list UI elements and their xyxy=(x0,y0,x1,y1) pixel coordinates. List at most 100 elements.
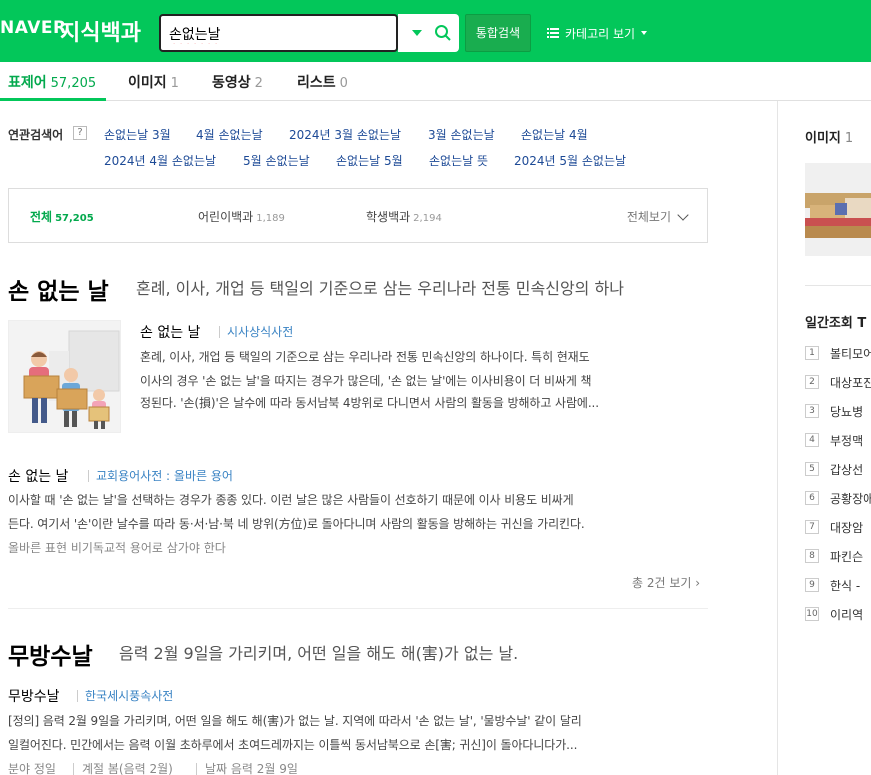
entry-description: 음력 2월 9일을 가리키며, 어떤 일을 해도 해(害)가 없는 날. xyxy=(119,644,519,663)
result-tabs: 표제어 57,205 이미지 1 동영상 2 리스트 0 xyxy=(0,62,871,101)
show-more-link[interactable]: 총 2건 보기 › xyxy=(632,574,700,591)
rank-number: 5 xyxy=(805,462,819,476)
rank-label: 대장암 xyxy=(830,520,864,535)
search-input[interactable] xyxy=(169,23,394,45)
thumbnail-picture xyxy=(805,163,871,256)
rank-item[interactable]: 6 공황장애 xyxy=(805,490,871,506)
filter-label: 학생백과 xyxy=(366,210,411,224)
related-link[interactable]: 2024년 4월 손없는날 xyxy=(104,152,216,169)
tab-image[interactable]: 이미지 1 xyxy=(128,72,179,92)
active-tab-indicator xyxy=(0,98,106,101)
autocomplete-toggle-icon[interactable] xyxy=(412,30,422,36)
related-search-label: 연관검색어 xyxy=(8,128,64,142)
divider xyxy=(196,763,197,775)
rank-item[interactable]: 7 대장암 xyxy=(805,519,863,535)
tab-count: 57,205 xyxy=(50,76,97,91)
related-link[interactable]: 3월 손없는날 xyxy=(428,126,495,143)
image-section-title[interactable]: 이미지 1 xyxy=(805,127,853,146)
list-icon xyxy=(547,28,559,38)
daily-rank-title: 일간조회 T xyxy=(805,316,867,331)
rank-number: 4 xyxy=(805,433,819,447)
rank-label: 파킨슨 xyxy=(830,549,864,564)
tab-count: 2 xyxy=(254,76,263,91)
entry-item-meta: 계절 봄(음력 2월) xyxy=(82,762,173,775)
filter-count: 57,205 xyxy=(55,213,94,224)
tab-label: 이미지 xyxy=(128,75,167,91)
help-icon[interactable]: ? xyxy=(73,126,87,140)
divider xyxy=(88,470,89,482)
related-link[interactable]: 4월 손없는날 xyxy=(196,126,263,143)
rank-label: 갑상선 xyxy=(830,462,864,477)
entry-item-text: [정의] 음력 2월 9일을 가리키며, 어떤 일을 해도 해(害)가 없는 날… xyxy=(8,714,582,728)
search-icon[interactable] xyxy=(434,24,452,42)
tab-label: 표제어 xyxy=(8,75,47,91)
image-thumbnail[interactable] xyxy=(805,163,871,256)
related-link[interactable]: 5월 손없는날 xyxy=(243,152,310,169)
view-all-label: 전체보기 xyxy=(626,210,671,224)
show-more-label: 총 2건 보기 xyxy=(632,576,692,590)
rank-item[interactable]: 4 부정맥 xyxy=(805,432,863,448)
rank-item[interactable]: 9 한식 - xyxy=(805,577,860,593)
divider xyxy=(77,690,78,702)
entry-title[interactable]: 손 없는 날 xyxy=(8,272,109,306)
rank-label: 이리역 xyxy=(830,607,864,622)
rank-label: 공황장애 xyxy=(830,491,871,506)
related-link[interactable]: 손없는날 3월 xyxy=(104,126,171,143)
related-link[interactable]: 2024년 3월 손없는날 xyxy=(289,126,401,143)
entry-description: 혼례, 이사, 개업 등 택일의 기준으로 삼는 우리나라 전통 민속신앙의 하… xyxy=(136,279,624,298)
entry-item-meta: 분야 정일 xyxy=(8,762,56,775)
related-link[interactable]: 손없는날 4월 xyxy=(521,126,588,143)
rank-item[interactable]: 5 갑상선 xyxy=(805,461,863,477)
moving-family-illustration xyxy=(9,321,120,432)
tab-count: 0 xyxy=(339,76,348,91)
rank-item[interactable]: 2 대상포진 xyxy=(805,374,871,390)
view-all-button[interactable]: 전체보기 xyxy=(626,208,689,225)
entry-item-meta: 올바른 표현 비기독교적 용어로 삼가야 한다 xyxy=(8,541,226,555)
divider xyxy=(73,763,74,775)
moving-family-thumbnail[interactable] xyxy=(8,320,121,433)
rank-label: 볼티모어 xyxy=(830,346,871,361)
search-box[interactable] xyxy=(159,14,398,52)
rank-label: 부정맥 xyxy=(830,433,864,448)
entry-item-text: 일컬어진다. 민간에서는 음력 이월 초하루에서 초여드레까지는 이틀씩 동서남… xyxy=(8,738,578,752)
entry-item-title[interactable]: 무방수날 xyxy=(8,686,60,706)
entry-item-title[interactable]: 손 없는 날 xyxy=(8,466,68,486)
total-search-button[interactable]: 통합검색 xyxy=(465,14,531,52)
filter-kids-encyclopedia[interactable]: 어린이백과 1,189 xyxy=(198,208,285,225)
rank-number: 2 xyxy=(805,375,819,389)
filter-label: 전체 xyxy=(30,210,53,224)
dictionary-filter: 전체 57,205 어린이백과 1,189 학생백과 2,194 전체보기 xyxy=(8,188,708,243)
rank-number: 3 xyxy=(805,404,819,418)
service-title[interactable]: 지식백과 xyxy=(60,15,141,47)
related-link[interactable]: 2024년 5월 손없는날 xyxy=(514,152,626,169)
category-view-button[interactable]: 카테고리 보기 xyxy=(547,24,648,42)
filter-label: 어린이백과 xyxy=(198,210,254,224)
entry-item-meta: 날짜 음력 2월 9일 xyxy=(205,762,298,775)
tab-label: 동영상 xyxy=(212,75,251,91)
filter-count: 1,189 xyxy=(256,213,285,224)
rank-number: 10 xyxy=(805,607,819,621)
rank-item[interactable]: 10 이리역 xyxy=(805,606,863,622)
rank-item[interactable]: 8 파킨슨 xyxy=(805,548,863,564)
related-link[interactable]: 손없는날 뜻 xyxy=(429,152,488,169)
rank-number: 9 xyxy=(805,578,819,592)
entry-item-source[interactable]: 한국세시풍속사전 xyxy=(85,687,173,704)
tab-list[interactable]: 리스트 0 xyxy=(297,72,348,92)
entry-item-source[interactable]: 교회용어사전 : 올바른 용어 xyxy=(96,467,233,484)
caret-down-icon xyxy=(641,31,648,35)
panel-divider xyxy=(805,285,871,286)
tab-headword[interactable]: 표제어 57,205 xyxy=(8,72,96,92)
entry-item-title[interactable]: 손 없는 날 xyxy=(140,322,200,342)
filter-student-encyclopedia[interactable]: 학생백과 2,194 xyxy=(366,208,442,225)
tab-video[interactable]: 동영상 2 xyxy=(212,72,263,92)
rank-number: 1 xyxy=(805,346,819,360)
naver-logo[interactable]: NAVER xyxy=(0,18,67,38)
filter-all[interactable]: 전체 57,205 xyxy=(30,208,94,225)
entry-item-text: 정된다. '손(損)'은 날수에 따라 동서남북 4방위로 다니면서 사람의 활… xyxy=(140,396,599,410)
entry-item-source[interactable]: 시사상식사전 xyxy=(227,323,293,340)
entry-title[interactable]: 무방수날 xyxy=(8,637,93,671)
rank-item[interactable]: 3 당뇨병 xyxy=(805,403,863,419)
related-link[interactable]: 손없는날 5월 xyxy=(336,152,403,169)
rank-item[interactable]: 1 볼티모어 xyxy=(805,345,871,361)
search-tools xyxy=(398,14,459,52)
